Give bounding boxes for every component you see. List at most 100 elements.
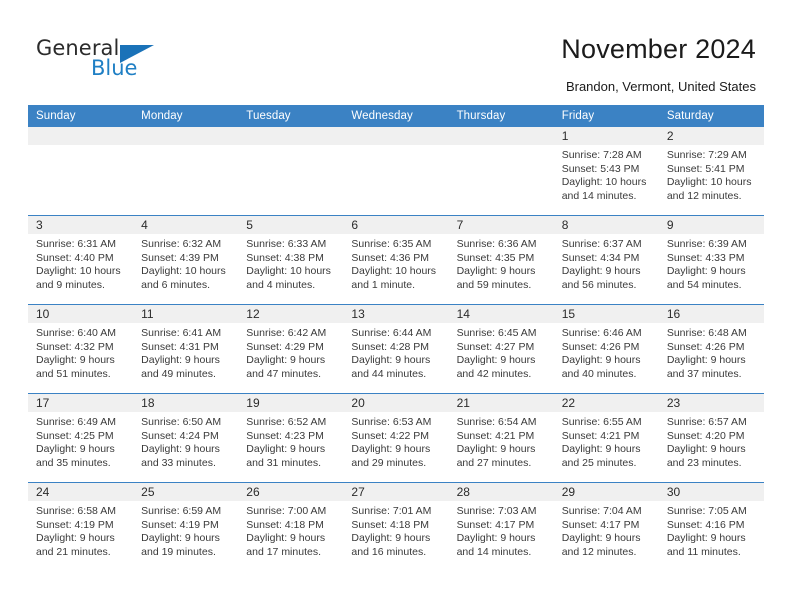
sunset-text: Sunset: 4:26 PM: [666, 340, 745, 353]
daylight-text: Daylight: 9 hours and 16 minutes.: [351, 532, 431, 558]
sunrise-text: Sunrise: 6:32 AM: [141, 238, 222, 250]
calendar-day-cell[interactable]: 27 Sunrise: 7:01 AM Sunset: 4:18 PM Dayligh…: [343, 482, 449, 571]
sun-times-info: Sunrise: 6:53 AM Sunset: 4:22 PM Daylight:…: [343, 412, 448, 470]
sunset-text: Sunset: 4:18 PM: [351, 518, 430, 531]
calendar-day-cell[interactable]: 19 Sunrise: 6:52 AM Sunset: 4:23 PM Dayligh…: [238, 393, 344, 483]
weekday-header-tuesday: Tuesday: [238, 105, 344, 127]
sunrise-text: Sunrise: 6:53 AM: [351, 416, 432, 428]
sun-times-info: Sunrise: 6:33 AM Sunset: 4:38 PM Daylight:…: [238, 234, 343, 292]
day-number: 4: [133, 216, 239, 234]
daylight-text: Daylight: 9 hours and 33 minutes.: [141, 443, 220, 469]
calendar-day-cell[interactable]: 17 Sunrise: 6:49 AM Sunset: 4:25 PM Dayligh…: [28, 393, 134, 483]
calendar-day-cell[interactable]: 8 Sunrise: 6:37 AM Sunset: 4:34 PM Daylight…: [553, 215, 659, 305]
location-subtitle: Brandon, Vermont, United States: [565, 79, 756, 94]
calendar-day-cell[interactable]: 9 Sunrise: 6:39 AM Sunset: 4:33 PM Daylight…: [658, 215, 764, 305]
sunrise-text: Sunrise: 7:03 AM: [456, 505, 537, 517]
day-number: 15: [553, 305, 659, 323]
calendar-day-cell[interactable]: 28 Sunrise: 7:03 AM Sunset: 4:17 PM Dayligh…: [448, 482, 554, 571]
day-cell-content: 13 Sunrise: 6:44 AM Sunset: 4:28 PM Dayligh…: [343, 305, 449, 393]
sunrise-text: Sunrise: 6:49 AM: [36, 416, 116, 428]
calendar-day-cell[interactable]: 29 Sunrise: 7:04 AM Sunset: 4:17 PM Dayligh…: [553, 482, 659, 571]
sunrise-text: Sunrise: 6:33 AM: [246, 238, 327, 250]
calendar-cell-empty: [448, 127, 554, 216]
day-cell-content: 3 Sunrise: 6:31 AM Sunset: 4:40 PM Daylight…: [28, 216, 134, 304]
daylight-text: Daylight: 10 hours and 12 minutes.: [666, 176, 752, 202]
calendar-day-cell[interactable]: 22 Sunrise: 6:55 AM Sunset: 4:21 PM Dayligh…: [553, 393, 659, 483]
calendar-day-cell[interactable]: 26 Sunrise: 7:00 AM Sunset: 4:18 PM Dayligh…: [238, 482, 344, 571]
day-cell-content: [238, 127, 344, 215]
sun-times-info: Sunrise: 6:40 AM Sunset: 4:32 PM Daylight:…: [28, 323, 133, 381]
daylight-text: Daylight: 9 hours and 56 minutes.: [561, 265, 641, 291]
calendar-day-cell[interactable]: 1 Sunrise: 7:28 AM Sunset: 5:43 PM Daylight…: [553, 127, 659, 216]
page-header: General Blue November 2024 Brandon, Verm…: [0, 0, 792, 104]
day-cell-content: [448, 127, 554, 215]
daylight-text: Daylight: 9 hours and 19 minutes.: [141, 532, 220, 558]
day-cell-content: 4 Sunrise: 6:32 AM Sunset: 4:39 PM Daylight…: [133, 216, 239, 304]
sunset-text: Sunset: 4:25 PM: [36, 429, 114, 442]
sun-times-info: Sunrise: 6:54 AM Sunset: 4:21 PM Daylight:…: [449, 412, 554, 470]
day-number: 5: [238, 216, 344, 234]
calendar-day-cell[interactable]: 2 Sunrise: 7:29 AM Sunset: 5:41 PM Daylight…: [658, 127, 764, 216]
sunrise-text: Sunrise: 6:44 AM: [351, 327, 432, 339]
day-cell-content: 23 Sunrise: 6:57 AM Sunset: 4:20 PM Dayligh…: [658, 394, 764, 482]
day-cell-content: 22 Sunrise: 6:55 AM Sunset: 4:21 PM Dayligh…: [553, 394, 659, 482]
sunset-text: Sunset: 4:33 PM: [666, 251, 745, 264]
day-number: 26: [238, 483, 344, 501]
calendar-day-cell[interactable]: 5 Sunrise: 6:33 AM Sunset: 4:38 PM Daylight…: [238, 215, 344, 305]
day-cell-content: 24 Sunrise: 6:58 AM Sunset: 4:19 PM Dayligh…: [28, 483, 134, 571]
calendar-day-cell[interactable]: 25 Sunrise: 6:59 AM Sunset: 4:19 PM Dayligh…: [133, 482, 239, 571]
sunrise-text: Sunrise: 6:55 AM: [561, 416, 642, 428]
sun-times-info: Sunrise: 6:49 AM Sunset: 4:25 PM Daylight:…: [28, 412, 133, 470]
day-number: [343, 127, 449, 145]
sun-times-info: Sunrise: 6:52 AM Sunset: 4:23 PM Daylight:…: [238, 412, 343, 470]
calendar-day-cell[interactable]: 18 Sunrise: 6:50 AM Sunset: 4:24 PM Dayligh…: [133, 393, 239, 483]
sunrise-text: Sunrise: 7:00 AM: [246, 505, 327, 517]
sunrise-text: Sunrise: 7:01 AM: [351, 505, 432, 517]
day-cell-content: [133, 127, 239, 215]
calendar-day-cell[interactable]: 15 Sunrise: 6:46 AM Sunset: 4:26 PM Dayligh…: [553, 304, 659, 394]
calendar-day-cell[interactable]: 6 Sunrise: 6:35 AM Sunset: 4:36 PM Daylight…: [343, 215, 449, 305]
day-number: 19: [238, 394, 344, 412]
day-number: 8: [553, 216, 659, 234]
sunset-text: Sunset: 4:23 PM: [246, 429, 324, 442]
day-cell-content: 12 Sunrise: 6:42 AM Sunset: 4:29 PM Dayligh…: [238, 305, 344, 393]
sunset-text: Sunset: 4:21 PM: [456, 429, 535, 442]
day-cell-content: 27 Sunrise: 7:01 AM Sunset: 4:18 PM Dayligh…: [343, 483, 449, 571]
calendar-day-cell[interactable]: 4 Sunrise: 6:32 AM Sunset: 4:39 PM Daylight…: [133, 215, 239, 305]
calendar-day-cell[interactable]: 12 Sunrise: 6:42 AM Sunset: 4:29 PM Dayligh…: [238, 304, 344, 394]
page-title: November 2024: [561, 34, 756, 64]
weekday-header-sunday: Sunday: [28, 105, 134, 127]
sun-times-info: Sunrise: 6:48 AM Sunset: 4:26 PM Daylight:…: [659, 323, 764, 381]
calendar-day-cell[interactable]: 30 Sunrise: 7:05 AM Sunset: 4:16 PM Dayligh…: [658, 482, 764, 571]
sunrise-text: Sunrise: 7:05 AM: [666, 505, 747, 517]
sunset-text: Sunset: 4:27 PM: [456, 340, 535, 353]
calendar-day-cell[interactable]: 20 Sunrise: 6:53 AM Sunset: 4:22 PM Dayligh…: [343, 393, 449, 483]
calendar-day-cell[interactable]: 13 Sunrise: 6:44 AM Sunset: 4:28 PM Dayligh…: [343, 304, 449, 394]
weekday-header-monday: Monday: [133, 105, 239, 127]
calendar-day-cell[interactable]: 11 Sunrise: 6:41 AM Sunset: 4:31 PM Dayligh…: [133, 304, 239, 394]
calendar-day-cell[interactable]: 21 Sunrise: 6:54 AM Sunset: 4:21 PM Dayligh…: [448, 393, 554, 483]
calendar-day-cell[interactable]: 7 Sunrise: 6:36 AM Sunset: 4:35 PM Daylight…: [448, 215, 554, 305]
brand-logo[interactable]: General Blue: [36, 36, 186, 86]
sunset-text: Sunset: 4:19 PM: [141, 518, 219, 531]
calendar-day-cell[interactable]: 23 Sunrise: 6:57 AM Sunset: 4:20 PM Dayligh…: [658, 393, 764, 483]
day-number: 20: [343, 394, 449, 412]
sunset-text: Sunset: 4:29 PM: [246, 340, 324, 353]
day-cell-content: 18 Sunrise: 6:50 AM Sunset: 4:24 PM Dayligh…: [133, 394, 239, 482]
calendar-day-cell[interactable]: 24 Sunrise: 6:58 AM Sunset: 4:19 PM Dayligh…: [28, 482, 134, 571]
calendar-day-cell[interactable]: 3 Sunrise: 6:31 AM Sunset: 4:40 PM Daylight…: [28, 215, 134, 305]
sunset-text: Sunset: 4:18 PM: [246, 518, 324, 531]
day-cell-content: 1 Sunrise: 7:28 AM Sunset: 5:43 PM Daylight…: [553, 127, 659, 215]
sunrise-text: Sunrise: 6:35 AM: [351, 238, 432, 250]
sunrise-text: Sunrise: 6:45 AM: [456, 327, 537, 339]
calendar-day-cell[interactable]: 10 Sunrise: 6:40 AM Sunset: 4:32 PM Dayligh…: [28, 304, 134, 394]
daylight-text: Daylight: 9 hours and 12 minutes.: [561, 532, 641, 558]
calendar-day-cell[interactable]: 14 Sunrise: 6:45 AM Sunset: 4:27 PM Dayligh…: [448, 304, 554, 394]
day-number: [133, 127, 239, 145]
sunset-text: Sunset: 4:38 PM: [246, 251, 324, 264]
day-number: 9: [658, 216, 764, 234]
calendar-day-cell[interactable]: 16 Sunrise: 6:48 AM Sunset: 4:26 PM Dayligh…: [658, 304, 764, 394]
sunrise-text: Sunrise: 6:48 AM: [666, 327, 747, 339]
day-cell-content: 30 Sunrise: 7:05 AM Sunset: 4:16 PM Dayligh…: [658, 483, 764, 571]
day-number: 28: [448, 483, 554, 501]
